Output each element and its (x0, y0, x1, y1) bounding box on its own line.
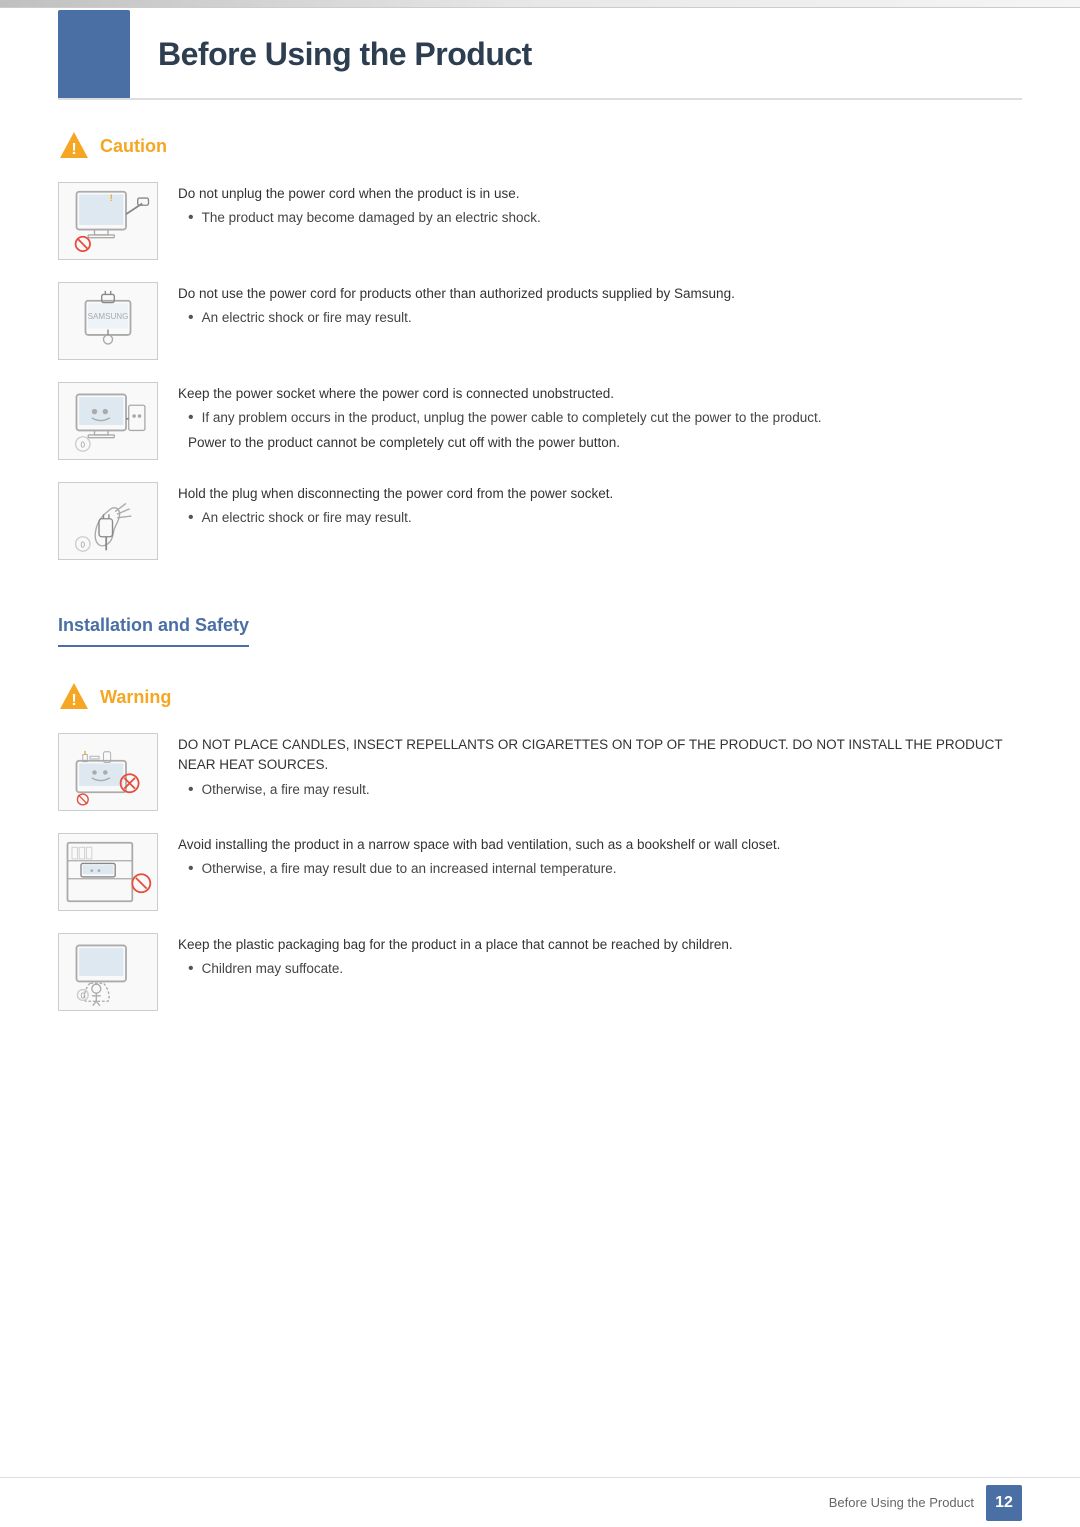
warning-item-3: 0 Keep the plastic packaging bag for the… (58, 933, 1022, 1011)
warning-image-2 (58, 833, 158, 911)
page-title: Before Using the Product (158, 30, 532, 78)
warning-text-1: DO NOT PLACE CANDLES, INSECT REPELLANTS … (178, 733, 1022, 800)
caution-text-1: Do not unplug the power cord when the pr… (178, 182, 1022, 229)
warning-label: Warning (100, 684, 171, 711)
caution-image-1: ! (58, 182, 158, 260)
caution-item-4: 0 Hold the plug when disconnecting the p… (58, 482, 1022, 560)
caution-header: ! Caution (58, 130, 1022, 162)
caution-text-2: Do not use the power cord for products o… (178, 282, 1022, 329)
caution-sub-2: • An electric shock or fire may result. (188, 308, 1022, 329)
caution-sub-4: • An electric shock or fire may result. (188, 508, 1022, 529)
install-heading: Installation and Safety (58, 612, 249, 647)
caution-sub-text-4-0: An electric shock or fire may result. (202, 508, 412, 529)
install-section: Installation and Safety (58, 582, 1022, 671)
warning-sub-3: • Children may suffocate. (188, 959, 1022, 980)
caution-text-4: Hold the plug when disconnecting the pow… (178, 482, 1022, 529)
warning-text-2: Avoid installing the product in a narrow… (178, 833, 1022, 880)
page-footer: Before Using the Product 12 (0, 1477, 1080, 1527)
caution-sub-3: • If any problem occurs in the product, … (188, 408, 1022, 429)
caution-sub-text-2-0: An electric shock or fire may result. (202, 308, 412, 329)
svg-text:0: 0 (81, 992, 86, 1001)
warning-main-text-1: DO NOT PLACE CANDLES, INSECT REPELLANTS … (178, 735, 1022, 776)
caution-item-3: 0 Keep the power socket where the power … (58, 382, 1022, 460)
caution-image-2: SAMSUNG (58, 282, 158, 360)
warning-main-text-2: Avoid installing the product in a narrow… (178, 835, 1022, 855)
caution-main-text-2: Do not use the power cord for products o… (178, 284, 1022, 304)
caution-item-1: ! Do not unplug the power cord when the … (58, 182, 1022, 260)
warning-icon: ! (58, 681, 90, 713)
caution-item-2: SAMSUNG Do not use the power cord for pr… (58, 282, 1022, 360)
caution-icon: ! (58, 130, 90, 162)
warning-sub-1: • Otherwise, a fire may result. (188, 780, 1022, 801)
svg-text:0: 0 (81, 541, 86, 550)
warning-image-3: 0 (58, 933, 158, 1011)
page-header: Before Using the Product (58, 10, 1022, 100)
caution-image-4: 0 (58, 482, 158, 560)
warning-main-text-3: Keep the plastic packaging bag for the p… (178, 935, 1022, 955)
caution-sub-text-3-0: If any problem occurs in the product, un… (202, 408, 822, 429)
caution-main-text-3: Keep the power socket where the power co… (178, 384, 1022, 404)
svg-text:!: ! (71, 141, 76, 158)
warning-sub-text-3-0: Children may suffocate. (202, 959, 344, 980)
top-decorative-bar (0, 0, 1080, 8)
caution-text-3: Keep the power socket where the power co… (178, 382, 1022, 457)
caution-main-text-4: Hold the plug when disconnecting the pow… (178, 484, 1022, 504)
caution-sub-text-1-0: The product may become damaged by an ele… (202, 208, 541, 229)
warning-text-3: Keep the plastic packaging bag for the p… (178, 933, 1022, 980)
svg-text:!: ! (71, 692, 76, 709)
main-content: ! Caution ! Do not unpl (58, 120, 1022, 1467)
caution-label: Caution (100, 133, 167, 160)
footer-text: Before Using the Product (829, 1493, 974, 1513)
warning-item-1: DO NOT PLACE CANDLES, INSECT REPELLANTS … (58, 733, 1022, 811)
warning-image-1 (58, 733, 158, 811)
warning-header: ! Warning (58, 681, 1022, 713)
svg-text:!: ! (110, 193, 113, 203)
warning-sub-text-1-0: Otherwise, a fire may result. (202, 780, 370, 801)
warning-sub-2: • Otherwise, a fire may result due to an… (188, 859, 1022, 880)
caution-main-text-1: Do not unplug the power cord when the pr… (178, 184, 1022, 204)
caution-note-3: Power to the product cannot be completel… (188, 433, 1022, 453)
svg-text:0: 0 (81, 441, 86, 450)
caution-image-3: 0 (58, 382, 158, 460)
caution-sub-1: • The product may become damaged by an e… (188, 208, 1022, 229)
warning-item-2: Avoid installing the product in a narrow… (58, 833, 1022, 911)
warning-sub-text-2-0: Otherwise, a fire may result due to an i… (202, 859, 617, 880)
page-number: 12 (986, 1485, 1022, 1521)
svg-text:SAMSUNG: SAMSUNG (88, 312, 129, 321)
